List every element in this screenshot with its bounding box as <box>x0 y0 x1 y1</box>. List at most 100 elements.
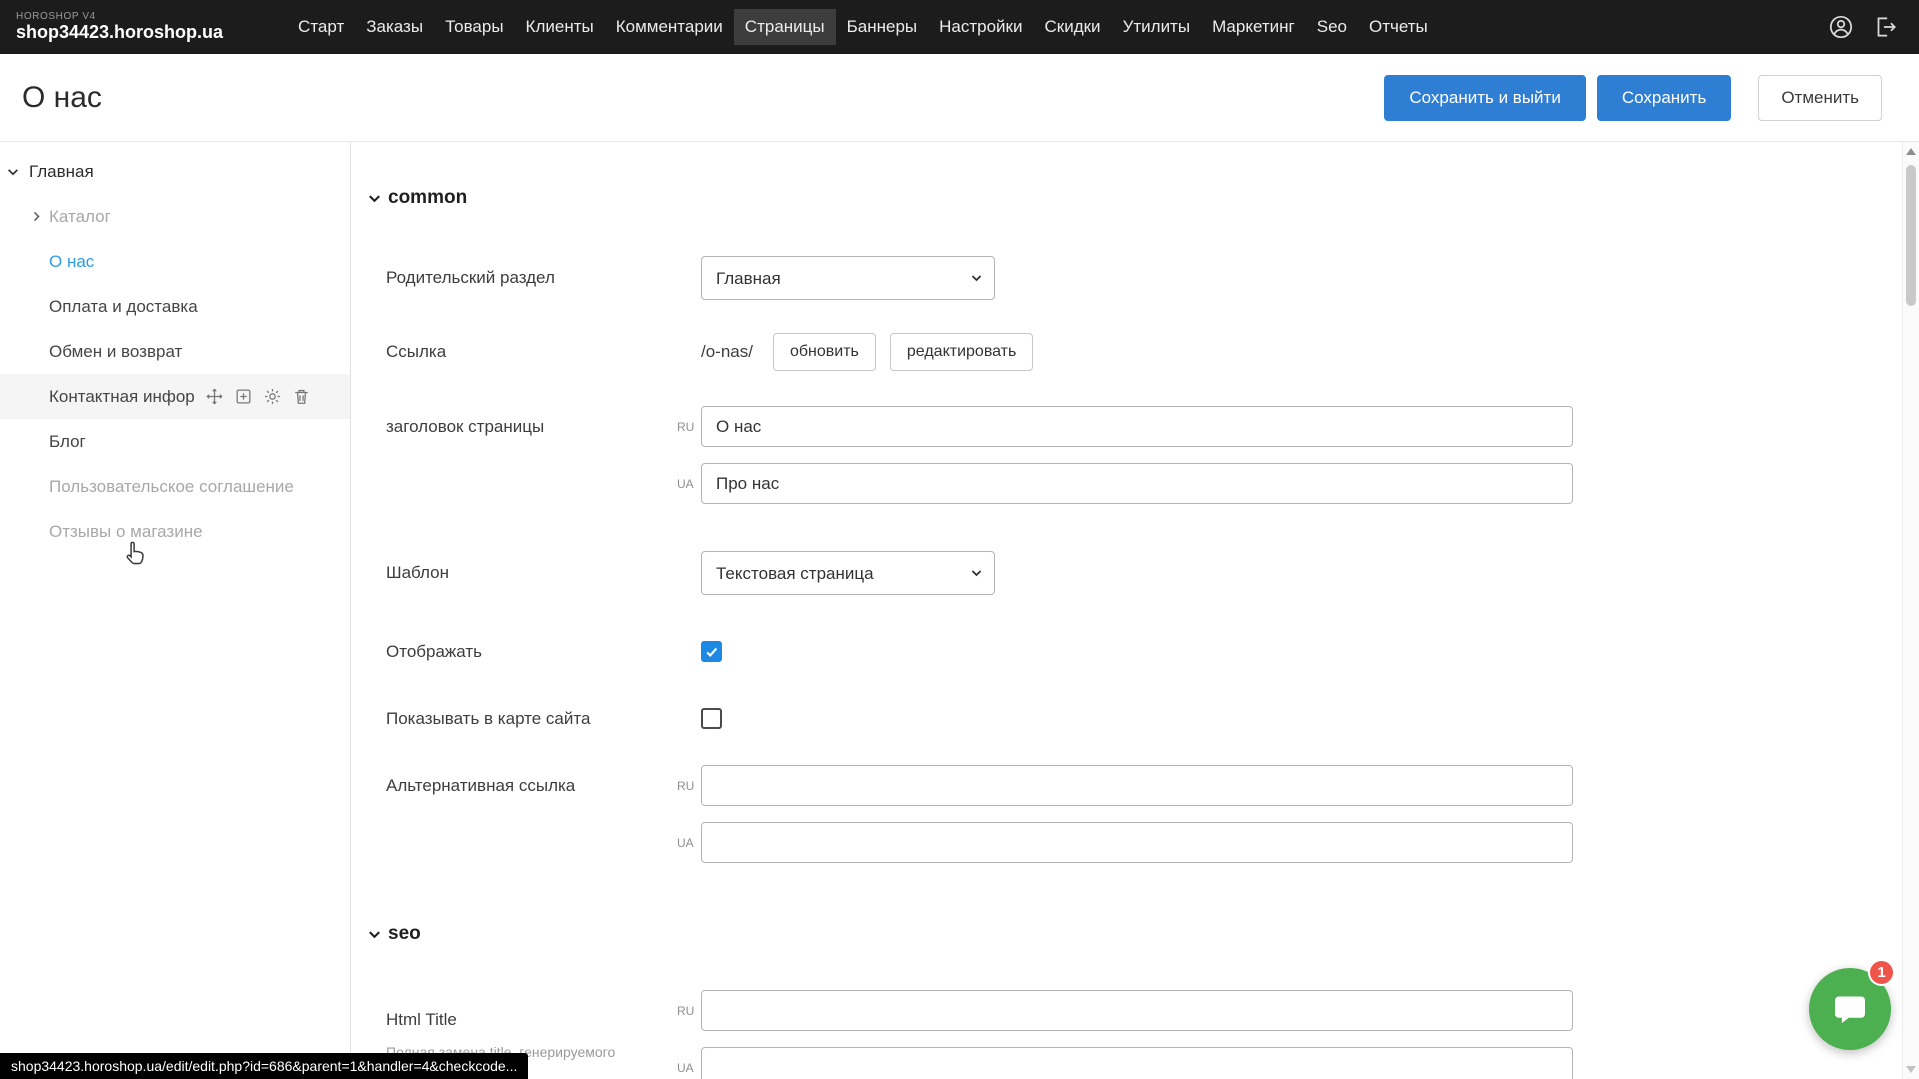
brand-domain: shop34423.horoshop.ua <box>16 23 223 42</box>
lang-ua-label: UA <box>677 836 701 850</box>
save-and-exit-button[interactable]: Сохранить и выйти <box>1384 75 1585 121</box>
html-title-ua-input[interactable] <box>701 1047 1573 1079</box>
nav-discounts[interactable]: Скидки <box>1033 9 1111 45</box>
page-title-ru-input[interactable] <box>701 406 1573 447</box>
move-icon[interactable] <box>205 387 224 406</box>
chevron-down-icon[interactable] <box>6 165 20 179</box>
field-label: Html Title Полная замена title, генериру… <box>386 990 677 1061</box>
field-template: Шаблон Текстовая страница <box>386 551 1919 595</box>
nav-utilities[interactable]: Утилиты <box>1112 9 1202 45</box>
sidebar-item-otzyvy[interactable]: Отзывы о магазине <box>0 509 350 554</box>
nav-seo[interactable]: Seo <box>1306 9 1358 45</box>
field-label: Шаблон <box>386 563 677 583</box>
sidebar-item-label: Оплата и доставка <box>49 297 198 317</box>
sidebar-item-label: Обмен и возврат <box>49 342 182 362</box>
nav-products[interactable]: Товары <box>434 9 514 45</box>
field-display: Отображать <box>386 641 1919 662</box>
field-label: Родительский раздел <box>386 268 677 288</box>
sidebar-item-blog[interactable]: Блог <box>0 419 350 464</box>
sitemap-checkbox[interactable] <box>701 708 722 729</box>
vertical-scrollbar[interactable] <box>1902 142 1919 1079</box>
delete-icon[interactable] <box>292 387 311 406</box>
display-checkbox[interactable] <box>701 641 722 662</box>
sidebar-item-label: Каталог <box>49 207 111 227</box>
settings-icon[interactable] <box>263 387 282 406</box>
html-title-ru-input[interactable] <box>701 990 1573 1031</box>
field-label: Ссылка <box>386 333 677 371</box>
logout-icon[interactable] <box>1872 14 1898 40</box>
nav-comments[interactable]: Комментарии <box>605 9 734 45</box>
sidebar-item-label: Контактная инфор <box>49 387 195 407</box>
topbar: HOROSHOP V4 shop34423.horoshop.ua Старт … <box>0 0 1919 54</box>
cancel-button[interactable]: Отменить <box>1758 75 1882 121</box>
page-title: О нас <box>22 81 102 115</box>
lang-ru-label: RU <box>677 779 701 793</box>
chat-widget-button[interactable]: 1 <box>1809 968 1891 1050</box>
parent-section-select[interactable]: Главная <box>701 256 995 300</box>
lang-ru-label: RU <box>677 1004 701 1018</box>
parent-section-select-wrap: Главная <box>701 256 995 300</box>
sidebar-item-glavnaya[interactable]: Главная <box>0 149 350 194</box>
nav-pages[interactable]: Страницы <box>734 9 836 45</box>
nav-banners[interactable]: Баннеры <box>836 9 929 45</box>
page-edit-form: common Родительский раздел Главная Ссылк… <box>351 142 1919 1079</box>
template-select-wrap: Текстовая страница <box>701 551 995 595</box>
nav-settings[interactable]: Настройки <box>928 9 1033 45</box>
field-parent-section: Родительский раздел Главная <box>386 256 1919 300</box>
refresh-link-button[interactable]: обновить <box>773 333 876 371</box>
section-seo-label: seo <box>388 923 421 945</box>
top-navigation: Старт Заказы Товары Клиенты Комментарии … <box>287 0 1439 54</box>
field-page-title: заголовок страницы RU UA <box>386 406 1919 504</box>
section-common-label: common <box>388 187 467 209</box>
chat-badge: 1 <box>1868 959 1895 986</box>
chevron-down-icon <box>367 191 382 206</box>
lang-ua-label: UA <box>677 477 701 491</box>
nav-clients[interactable]: Клиенты <box>515 9 605 45</box>
scroll-up-button[interactable] <box>1906 148 1916 155</box>
tree-item-actions <box>205 387 311 406</box>
html-title-label: Html Title <box>386 1010 457 1029</box>
sidebar-item-o-nas[interactable]: О нас <box>0 239 350 284</box>
field-html-title: Html Title Полная замена title, генериру… <box>386 990 1919 1079</box>
sidebar-item-label: Пользовательское соглашение <box>49 477 294 497</box>
sidebar-item-kontaktnaya[interactable]: Контактная инфор <box>0 374 350 419</box>
section-seo[interactable]: seo <box>367 922 1919 946</box>
link-status-tooltip: shop34423.horoshop.ua/edit/edit.php?id=6… <box>0 1053 528 1079</box>
brand[interactable]: HOROSHOP V4 shop34423.horoshop.ua <box>16 12 223 41</box>
field-link: Ссылка /o-nas/ обновить редактировать <box>386 333 1919 371</box>
link-path: /o-nas/ <box>701 333 753 371</box>
template-select[interactable]: Текстовая страница <box>701 551 995 595</box>
field-label: заголовок страницы <box>386 406 677 504</box>
sidebar-item-label: О нас <box>49 252 94 272</box>
scroll-down-button[interactable] <box>1906 1066 1916 1073</box>
nav-orders[interactable]: Заказы <box>355 9 434 45</box>
field-alt-link: Альтернативная ссылка RU UA <box>386 765 1919 863</box>
alt-link-ua-input[interactable] <box>701 822 1573 863</box>
content: Главная Каталог О нас Оплата и доставка … <box>0 142 1919 1079</box>
field-label: Отображать <box>386 642 677 662</box>
sidebar-item-katalog[interactable]: Каталог <box>0 194 350 239</box>
add-icon[interactable] <box>234 387 253 406</box>
sidebar-item-obmen[interactable]: Обмен и возврат <box>0 329 350 374</box>
account-icon[interactable] <box>1828 14 1854 40</box>
save-button[interactable]: Сохранить <box>1597 75 1731 121</box>
nav-marketing[interactable]: Маркетинг <box>1201 9 1306 45</box>
sidebar-item-soglashenie[interactable]: Пользовательское соглашение <box>0 464 350 509</box>
chat-bubble-icon <box>1830 989 1870 1029</box>
nav-reports[interactable]: Отчеты <box>1358 9 1439 45</box>
pages-tree-sidebar: Главная Каталог О нас Оплата и доставка … <box>0 142 351 1079</box>
lang-ru-label: RU <box>677 420 701 434</box>
sidebar-item-oplata[interactable]: Оплата и доставка <box>0 284 350 329</box>
scroll-thumb[interactable] <box>1906 165 1916 306</box>
field-label: Альтернативная ссылка <box>386 765 677 863</box>
chevron-right-icon[interactable] <box>30 210 43 223</box>
section-common[interactable]: common <box>367 186 1919 210</box>
edit-link-button[interactable]: редактировать <box>890 333 1033 371</box>
chevron-down-icon <box>367 927 382 942</box>
nav-start[interactable]: Старт <box>287 9 355 45</box>
alt-link-ru-input[interactable] <box>701 765 1573 806</box>
field-sitemap: Показывать в карте сайта <box>386 708 1919 729</box>
sidebar-item-label: Отзывы о магазине <box>49 522 203 542</box>
lang-ua-label: UA <box>677 1061 701 1075</box>
page-title-ua-input[interactable] <box>701 463 1573 504</box>
